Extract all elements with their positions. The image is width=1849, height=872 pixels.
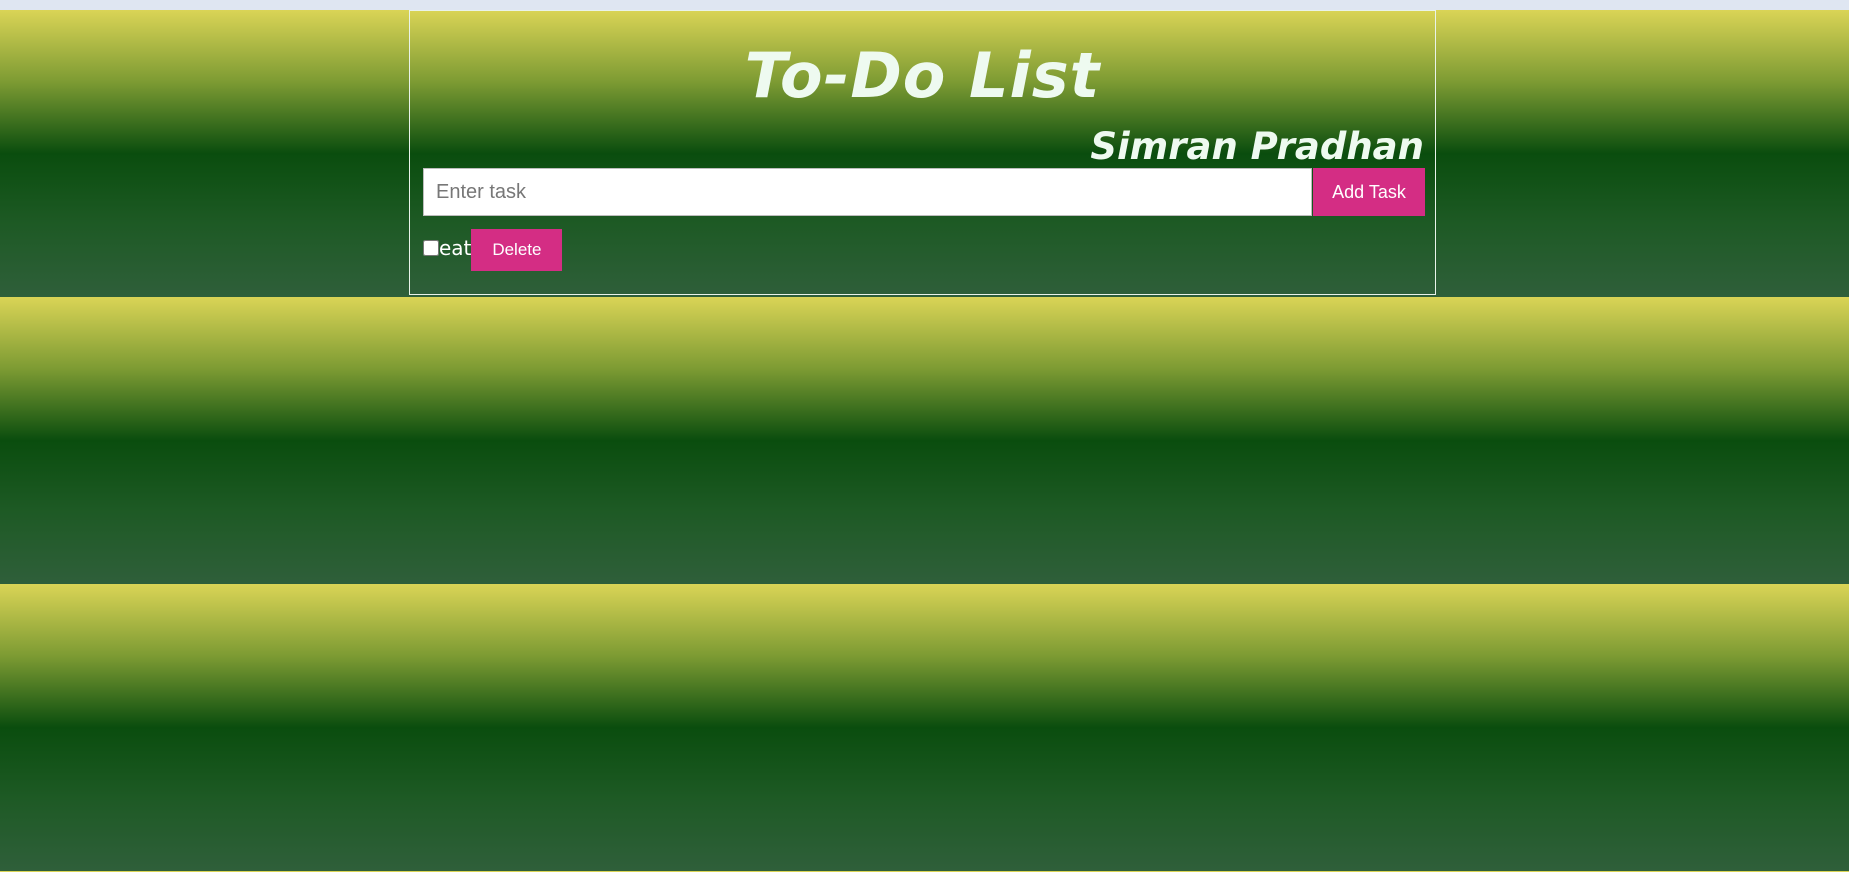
- add-task-button[interactable]: Add Task: [1313, 168, 1425, 216]
- task-input[interactable]: [423, 168, 1312, 216]
- page-title: To-Do List: [744, 39, 1101, 112]
- delete-task-button[interactable]: Delete: [471, 229, 563, 271]
- browser-top-strip: [0, 0, 1849, 10]
- author-name: Simran Pradhan: [1090, 125, 1424, 168]
- task-checkbox[interactable]: [423, 240, 439, 256]
- task-label: eat: [439, 236, 472, 260]
- todo-container: To-Do List Simran Pradhan Add Task eat D…: [409, 10, 1436, 295]
- list-item: eat Delete: [423, 229, 563, 271]
